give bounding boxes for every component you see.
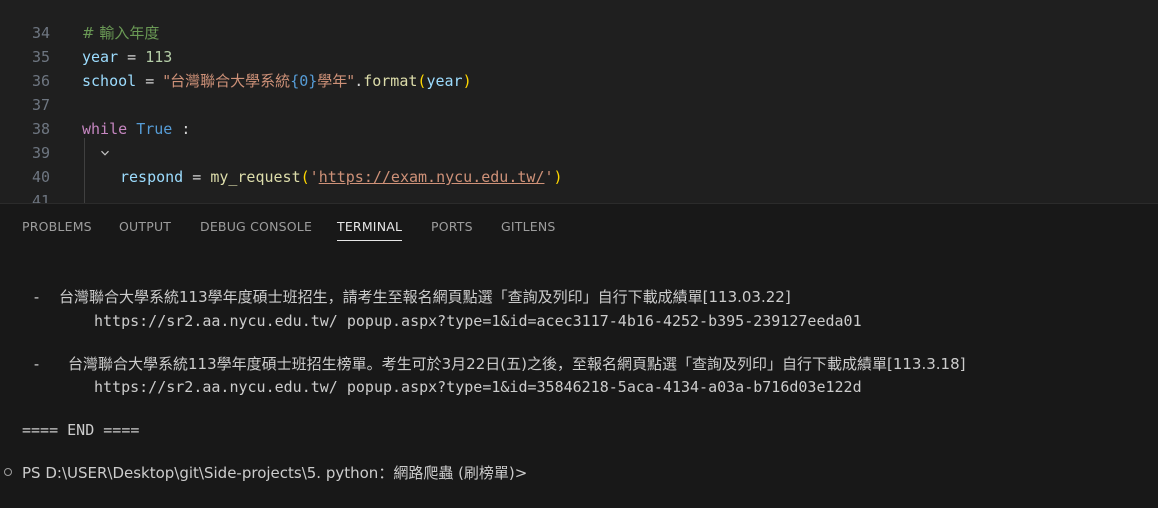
code-token-quote: ' — [309, 168, 319, 186]
bottom-panel: PROBLEMS OUTPUT DEBUG CONSOLE TERMINAL P… — [0, 203, 1158, 508]
code-editor[interactable]: 34 35 # 輸入年度 36 year = 113 37 school = "… — [0, 0, 1158, 203]
code-line-37[interactable]: 37 school = "台灣聯合大學系統{0}學年".format(year) — [0, 69, 1158, 114]
code-token-string: "台灣聯合大學系統 — [163, 72, 291, 90]
tab-problems[interactable]: PROBLEMS — [22, 218, 92, 240]
chevron-down-icon[interactable] — [60, 117, 109, 156]
code-content: school = "台灣聯合大學系統{0}學年".format(year) — [82, 69, 472, 93]
tab-gitlens[interactable]: GITLENS — [501, 218, 556, 240]
tab-debug-console[interactable]: DEBUG CONSOLE — [200, 218, 312, 240]
code-token-keyword: while — [82, 120, 128, 138]
code-line-34[interactable]: 34 — [0, 0, 1158, 42]
circle-icon — [4, 468, 12, 476]
code-token-number: 113 — [145, 48, 173, 66]
code-token-paren: ( — [300, 168, 310, 186]
code-token-operator: : — [172, 120, 191, 138]
code-line-36[interactable]: 36 year = 113 — [0, 45, 1158, 90]
tab-terminal[interactable]: TERMINAL — [337, 218, 403, 241]
code-token-placeholder: {0} — [290, 72, 318, 90]
code-token-dot: . — [354, 72, 364, 90]
panel-tab-bar: PROBLEMS OUTPUT DEBUG CONSOLE TERMINAL P… — [0, 204, 1158, 246]
terminal-bullet: - — [32, 288, 42, 306]
code-token-variable: year — [426, 72, 463, 90]
terminal-bullet: - — [32, 355, 42, 373]
tab-ports[interactable]: PORTS — [431, 218, 473, 240]
code-line-39[interactable]: 39 while True : — [0, 117, 1158, 162]
terminal-url[interactable]: https://sr2.aa.nycu.edu.tw/ popup.aspx?t… — [94, 310, 862, 332]
terminal-output[interactable]: - 台灣聯合大學系統113學年度碩士班招生，請考生至報名網頁點選「查詢及列印」自… — [0, 246, 1158, 508]
terminal-url[interactable]: https://sr2.aa.nycu.edu.tw/ popup.aspx?t… — [94, 376, 862, 398]
code-line-42[interactable]: 42 — [0, 189, 1158, 203]
code-token-paren: ) — [553, 168, 563, 186]
code-token-constant: True — [136, 120, 173, 138]
code-token-variable: school — [82, 72, 137, 90]
code-token-function: format — [363, 72, 418, 90]
code-token-paren: ) — [462, 72, 472, 90]
code-content: while True : — [82, 117, 190, 141]
code-token-quote: ' — [544, 168, 554, 186]
terminal-end-marker: ==== END ==== — [22, 421, 140, 439]
code-token-operator: = — [118, 48, 146, 66]
indent-guide — [84, 138, 85, 203]
code-token-function: my_request — [210, 168, 301, 186]
terminal-announcement: 台灣聯合大學系統113學年度碩士班招生榜單。考生可於3月22日(五)之後，至報名… — [68, 355, 966, 373]
code-line-38[interactable]: 38 — [0, 93, 1158, 138]
terminal-prompt[interactable]: PS D:\USER\Desktop\git\Side-projects\5. … — [22, 462, 527, 484]
code-line-41[interactable]: 41 respond = my_request('https://exam.ny… — [0, 165, 1158, 203]
code-line-35[interactable]: 35 # 輸入年度 — [0, 21, 1158, 66]
tab-output[interactable]: OUTPUT — [119, 218, 171, 240]
code-token-url-link[interactable]: https://exam.nycu.edu.tw/ — [319, 168, 545, 186]
code-content: respond = my_request('https://exam.nycu.… — [120, 165, 563, 189]
code-token-operator: = — [183, 168, 211, 186]
code-token-string: 學年" — [317, 72, 355, 90]
code-content: year = 113 — [82, 45, 172, 69]
code-comment: # 輸入年度 — [82, 24, 160, 42]
code-token-variable: year — [82, 48, 119, 66]
code-token-variable: respond — [120, 168, 184, 186]
code-line-40[interactable]: 40 — [0, 141, 1158, 186]
terminal-announcement: 台灣聯合大學系統113學年度碩士班招生，請考生至報名網頁點選「查詢及列印」自行下… — [59, 288, 791, 306]
code-token-operator: = — [136, 72, 164, 90]
